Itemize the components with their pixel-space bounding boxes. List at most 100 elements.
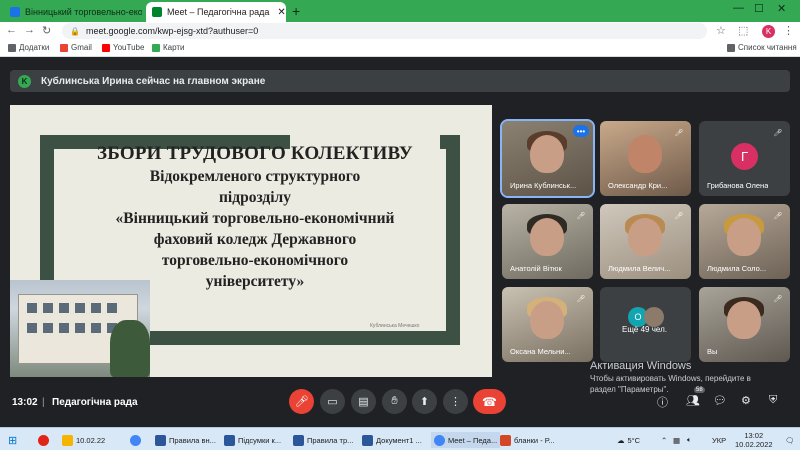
bookmark-gmail[interactable]: Gmail xyxy=(60,43,92,52)
bookmark-apps[interactable]: Додатки xyxy=(8,43,49,52)
youtube-icon xyxy=(102,43,110,52)
meeting-name: Педагогічна рада xyxy=(52,397,138,408)
slide-line: торговельно-економічного xyxy=(161,252,349,269)
taskbar-item-meet[interactable]: Meet – Педа... xyxy=(431,432,501,448)
browser-menu-icon[interactable]: ⋮ xyxy=(783,24,794,37)
bookmark-label: YouTube xyxy=(113,43,145,52)
forward-arrow-icon[interactable]: → xyxy=(24,24,35,36)
maps-icon xyxy=(152,43,160,52)
participant-tile[interactable]: 🎤︎ Олександр Кри... xyxy=(600,121,691,196)
mic-off-icon: 🎤︎ xyxy=(674,213,684,220)
present-button[interactable]: ⬆ xyxy=(412,389,437,414)
bookmark-youtube[interactable]: YouTube xyxy=(102,43,144,52)
close-tab-icon[interactable]: ✕ xyxy=(273,7,285,18)
college-building-photo xyxy=(10,280,150,377)
more-options-button[interactable]: ⋮ xyxy=(443,389,468,414)
close-window-button[interactable]: ✕ xyxy=(777,2,786,15)
tab-inactive[interactable]: Вінницький торговельно-еконо ✕ xyxy=(4,2,142,22)
tab-title: Вінницький торговельно-еконо xyxy=(25,7,142,17)
participant-name: Анатолій Вітюк xyxy=(510,264,562,273)
website-favicon-icon xyxy=(10,7,20,17)
volume-icon[interactable]: 🔈︎ xyxy=(687,432,692,448)
reading-list-label: Список читання xyxy=(738,43,797,52)
system-clock[interactable]: 13:02 10.02.2022 xyxy=(735,431,773,449)
profile-avatar[interactable]: K xyxy=(762,25,775,38)
taskbar-item-powerpoint[interactable]: бланки - Р... xyxy=(500,432,555,448)
camera-icon: ▭ xyxy=(327,396,338,408)
captions-button[interactable]: ▤ xyxy=(351,389,376,414)
taskbar-item-word[interactable]: Правила вн... xyxy=(155,432,216,448)
mic-off-icon: 🎤︎ xyxy=(773,130,783,137)
presenter-avatar: K xyxy=(18,74,31,88)
tab-strip: Вінницький торговельно-еконо ✕ Meet – Пе… xyxy=(0,0,800,22)
self-tile[interactable]: 🎤︎ Вы xyxy=(699,287,790,362)
raise-hand-button[interactable]: ✋︎ xyxy=(382,389,407,414)
taskbar-item-word[interactable]: Підсумки к... xyxy=(224,432,281,448)
participant-name: Олександр Кри... xyxy=(608,181,668,190)
chrome-icon xyxy=(130,434,141,446)
taskbar-item-word[interactable]: Документ1 ... xyxy=(362,432,422,448)
address-bar[interactable]: 🔒 meet.google.com/kwp-ejsg-xtd?authuser=… xyxy=(62,23,707,39)
activities-icon[interactable]: ⚙ xyxy=(741,394,751,407)
participant-tile[interactable]: Г 🎤︎ Грибанова Олена xyxy=(699,121,790,196)
camera-toggle-button[interactable]: ▭ xyxy=(320,389,345,414)
mic-toggle-button[interactable]: 🎤︎ xyxy=(289,389,314,414)
participant-avatar: Г xyxy=(731,143,758,170)
word-icon xyxy=(293,434,304,446)
mic-off-icon: 🎤︎ xyxy=(576,213,586,220)
windows-start-icon[interactable]: ⊞ xyxy=(8,432,17,448)
more-options-icon[interactable]: ••• xyxy=(573,125,589,137)
bookmark-maps[interactable]: Карти xyxy=(152,43,185,52)
host-controls-shield-icon[interactable]: ⛨ xyxy=(769,394,777,407)
present-screen-icon: ⬆ xyxy=(419,396,430,408)
cloud-icon: ☁ xyxy=(617,435,625,445)
participant-tile[interactable]: 🎤︎ Оксана Мельни... xyxy=(502,287,593,362)
meeting-details-icon[interactable]: ⓘ xyxy=(657,394,668,410)
language-indicator[interactable]: УКР xyxy=(712,432,726,448)
mic-off-icon: 🎤︎ xyxy=(773,296,783,303)
more-participants-tile[interactable]: О Ещё 49 чел. xyxy=(600,287,691,362)
meeting-clock: 13:02 xyxy=(12,397,38,408)
slide-line: університету» xyxy=(205,273,305,290)
url-text: meet.google.com/kwp-ejsg-xtd?authuser=0 xyxy=(85,26,259,36)
word-icon xyxy=(155,434,166,446)
presenting-text: Кублинська Ирина сейчас на главном экран… xyxy=(41,75,266,87)
back-arrow-icon[interactable]: ← xyxy=(6,24,17,36)
mic-off-icon: 🎤︎ xyxy=(576,296,586,303)
weather-widget[interactable]: ☁ 5°C xyxy=(617,432,640,448)
tray-chevron-icon[interactable]: ⌃ xyxy=(661,432,667,448)
participant-tile[interactable]: 🎤︎ Анатолій Вітюк xyxy=(502,204,593,279)
opera-icon[interactable] xyxy=(38,432,52,448)
bookmark-label: Додатки xyxy=(19,43,50,52)
participant-name: Вы xyxy=(707,347,718,356)
phone-hangup-icon: ☎︎ xyxy=(482,394,497,409)
chat-icon[interactable]: 💬︎ xyxy=(713,394,727,407)
bookmark-star-icon[interactable]: ☆ xyxy=(716,24,726,37)
new-tab-button[interactable]: + xyxy=(292,3,300,19)
taskbar-item-word[interactable]: Правила тр... xyxy=(293,432,353,448)
extensions-icon[interactable]: ⬚ xyxy=(738,24,748,37)
reading-list[interactable]: Список читання xyxy=(727,43,797,52)
taskbar-item-chrome[interactable] xyxy=(130,432,144,448)
participant-tile[interactable]: ••• Ирина Кублинськ... xyxy=(500,119,595,198)
participant-name: Людмила Велич... xyxy=(608,264,671,273)
leave-call-button[interactable]: ☎︎ xyxy=(473,389,506,414)
participant-name: Оксана Мельни... xyxy=(510,347,571,356)
reload-icon[interactable]: ↻ xyxy=(42,24,51,37)
minimize-button[interactable]: — xyxy=(733,2,744,14)
participant-tile[interactable]: 🎤︎ Людмила Соло... xyxy=(699,204,790,279)
hand-icon: ✋︎ xyxy=(391,395,398,407)
participant-tile[interactable]: 🎤︎ Людмила Велич... xyxy=(600,204,691,279)
slide-text: ЗБОРИ ТРУДОВОГО КОЛЕКТИВУ Відокремленого… xyxy=(65,143,445,291)
lock-icon: 🔒 xyxy=(70,26,80,36)
taskbar-item-folder[interactable]: 10.02.22 xyxy=(62,432,105,448)
notifications-icon[interactable]: 🗨︎ xyxy=(785,432,795,448)
tab-active[interactable]: Meet – Педагогічна рада ✕ xyxy=(146,2,286,22)
browser-toolbar: ← → ↻ 🔒 meet.google.com/kwp-ejsg-xtd?aut… xyxy=(0,22,800,40)
word-icon xyxy=(362,434,373,446)
people-icon[interactable]: 👥︎ xyxy=(686,394,700,407)
more-vert-icon: ⋮ xyxy=(450,396,461,408)
network-icon[interactable]: ▦ xyxy=(673,432,680,448)
maximize-button[interactable]: ☐ xyxy=(754,2,764,15)
powerpoint-icon xyxy=(500,434,511,446)
